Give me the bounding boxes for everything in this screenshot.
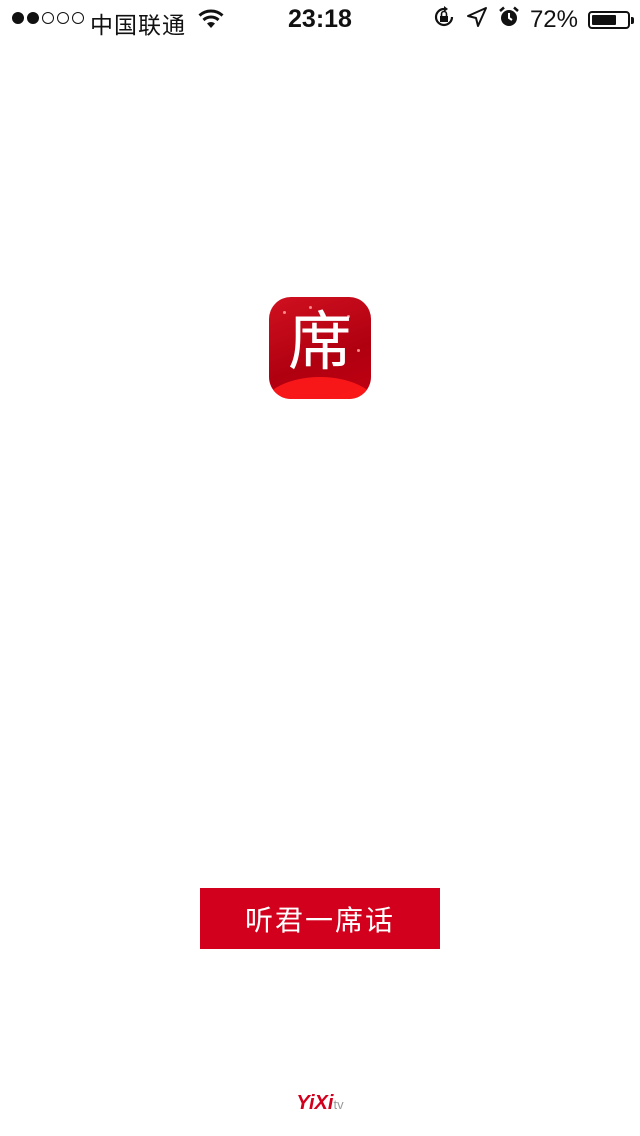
location-arrow-icon xyxy=(466,6,488,35)
brand-name: YiXi xyxy=(296,1092,334,1114)
alarm-icon xyxy=(498,6,520,35)
footer-brand-logo: YiXitv xyxy=(0,1092,640,1115)
status-bar: 中国联通 23:18 72% xyxy=(0,0,640,40)
brand-suffix: tv xyxy=(333,1097,344,1112)
battery-cap xyxy=(631,17,634,24)
orientation-lock-icon xyxy=(432,5,456,36)
splash-screen: 中国联通 23:18 72% 席 听君一席话 YiXitv xyxy=(0,0,640,1136)
app-logo: 席 xyxy=(269,297,371,399)
battery-level-fill xyxy=(592,15,617,25)
battery-percentage: 72% xyxy=(529,6,578,33)
battery-icon xyxy=(588,11,634,29)
status-right-group: 72% xyxy=(432,5,634,36)
logo-character: 席 xyxy=(288,306,352,380)
enter-button[interactable]: 听君一席话 xyxy=(200,888,440,949)
